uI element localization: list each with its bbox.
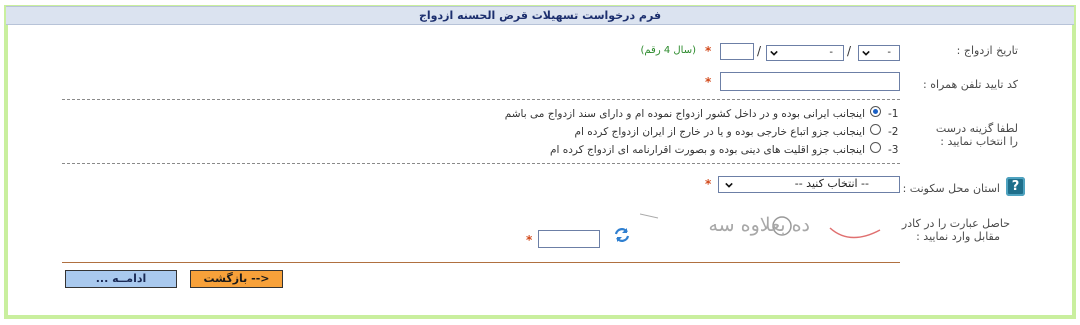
marriage-year-input[interactable]: [720, 43, 754, 60]
option-1-number: -1: [888, 108, 899, 120]
province-selected-value: -- انتخاب کنید --: [794, 177, 869, 190]
options-label-line2: را انتخاب نمایید :: [940, 135, 1018, 148]
option-1-text: اینجانب ایرانی بوده و در داخل کشور ازدوا…: [504, 108, 865, 120]
date-separator: /: [757, 44, 762, 58]
marriage-date-label: تاریخ ازدواج :: [956, 44, 1018, 57]
marriage-month-select[interactable]: -: [766, 45, 844, 61]
option-1-radio[interactable]: [870, 106, 881, 117]
captcha-image-text: ده بعلاوه سه: [708, 214, 810, 236]
option-3-text: اینجانب جزو اقلیت های دینی بوده و بصورت …: [549, 144, 865, 156]
captcha-label-line2: مقابل وارد نمایید :: [916, 230, 1000, 243]
required-mark: *: [526, 233, 533, 247]
options-label-line1: لطفا گزینه درست: [935, 122, 1018, 135]
section-divider: [62, 99, 900, 100]
mobile-code-input[interactable]: [720, 72, 900, 91]
mobile-code-label: کد تایید تلفن همراه :: [923, 78, 1018, 91]
option-2-number: -2: [888, 126, 899, 138]
continue-button[interactable]: ادامــه ...: [65, 270, 177, 288]
required-mark: *: [705, 44, 712, 58]
required-mark: *: [705, 177, 712, 191]
date-separator: /: [847, 44, 852, 58]
chevron-down-icon: [770, 50, 778, 56]
marriage-day-select[interactable]: -: [858, 45, 900, 61]
back-button[interactable]: <-- بازگشت: [190, 270, 283, 288]
marriage-month-value: -: [829, 47, 833, 58]
refresh-icon[interactable]: [613, 226, 631, 244]
buttons-divider: [62, 262, 900, 263]
option-3-number: -3: [888, 144, 899, 156]
captcha-input[interactable]: [538, 230, 600, 248]
chevron-down-icon: [725, 182, 733, 188]
option-2-radio[interactable]: [870, 124, 881, 135]
captcha-label-line1: حاصل عبارت را در کادر: [901, 217, 1010, 230]
form-title: فرم درخواست تسهیلات قرض الحسنه ازدواج: [6, 6, 1074, 25]
province-label: استان محل سکونت :: [902, 182, 1000, 195]
required-mark: *: [705, 75, 712, 89]
year-hint: (سال 4 رقم): [640, 45, 696, 56]
option-2-text: اینجانب جزو اتباع خارجی بوده و یا در خار…: [574, 126, 865, 138]
section-divider: [62, 163, 900, 164]
chevron-down-icon: [862, 50, 870, 56]
help-icon[interactable]: ?: [1006, 177, 1025, 196]
option-3-radio[interactable]: [870, 142, 881, 153]
marriage-day-value: -: [887, 47, 891, 58]
province-select[interactable]: -- انتخاب کنید --: [718, 176, 900, 193]
